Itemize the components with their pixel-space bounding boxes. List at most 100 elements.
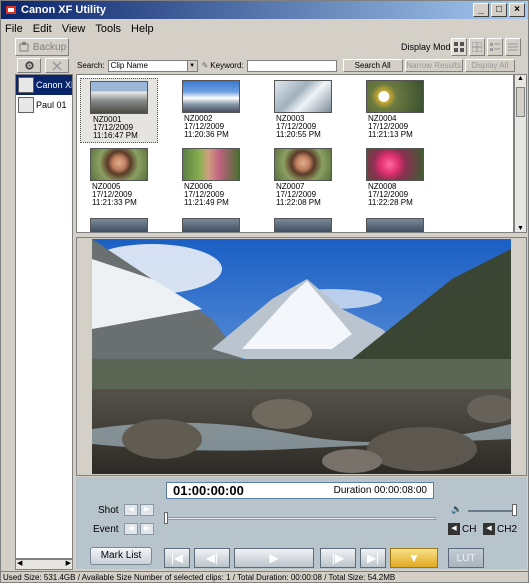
ch2-label: CH2 (497, 524, 518, 535)
clip-item[interactable]: NZ0002 17/12/2009 11:20:36 PM (172, 78, 250, 143)
video-preview (76, 237, 527, 476)
mark-list-button[interactable]: Mark List (90, 547, 152, 565)
display-all-label: Display All (471, 61, 509, 70)
timecode-display: 01:00:00:00 Duration 00:00:08:00 (166, 482, 434, 499)
ch2-toggle[interactable]: ◀ (483, 523, 495, 535)
next-frame-button[interactable]: |▶ (320, 548, 356, 568)
menu-help[interactable]: Help (131, 23, 154, 35)
clip-thumbnail (90, 81, 148, 114)
clip-time: 11:22:08 PM (276, 198, 321, 207)
keyword-input[interactable] (246, 59, 337, 72)
backup-label: Backup (32, 41, 67, 53)
ch1-toggle[interactable]: ◀ (448, 523, 460, 535)
display-all-button[interactable]: Display All (464, 59, 515, 72)
duration-value: Duration 00:00:08:00 (333, 485, 427, 496)
shot-next-button[interactable]: ▶ (140, 504, 154, 516)
backup-button[interactable]: Backup (15, 38, 69, 56)
menu-file[interactable]: File (5, 23, 23, 35)
display-mode-small-button[interactable] (469, 38, 485, 56)
status-bar: Used Size: 531.4GB / Available Size Numb… (1, 571, 528, 583)
sidebar-item-canon-xf[interactable]: Canon XF (16, 75, 72, 95)
sidebar-horizontal-scrollbar[interactable]: ◀ ▶ (15, 559, 73, 570)
event-label: Event (93, 524, 119, 535)
close-icon (52, 60, 62, 71)
clip-time: 11:20:36 PM (184, 130, 229, 139)
clip-thumbnail (182, 80, 240, 113)
maximize-button[interactable]: □ (491, 3, 507, 17)
clip-time: 11:20:55 PM (276, 130, 321, 139)
clip-thumbnail-partial[interactable] (366, 218, 424, 232)
volume-slider[interactable] (468, 510, 516, 512)
clip-time: 11:21:33 PM (92, 198, 137, 207)
volume-thumb[interactable] (512, 504, 517, 516)
volume-icon: 🔈 (451, 504, 463, 514)
timeline-slider[interactable] (164, 517, 436, 520)
mark-list-label: Mark List (100, 550, 142, 561)
shot-prev-button[interactable]: ◀ (124, 504, 138, 516)
skip-end-icon: ▶| (366, 551, 380, 565)
clip-thumbnail-partial[interactable] (182, 218, 240, 232)
go-to-end-button[interactable]: ▶| (360, 548, 386, 568)
clip-item[interactable]: NZ0001 17/12/2009 11:16:47 PM (80, 78, 158, 143)
play-button[interactable]: ▶ (234, 548, 314, 568)
event-prev-button[interactable]: ◀ (124, 523, 138, 535)
grid-icon (454, 42, 464, 52)
narrow-results-label: Narrow Results (406, 61, 461, 70)
scroll-thumb[interactable] (516, 87, 525, 117)
application-window: Canon XF Utility _ □ × File Edit View To… (0, 0, 529, 583)
timeline-thumb[interactable] (164, 512, 168, 524)
clip-thumbnail (182, 148, 240, 181)
sidebar-item-paul-01[interactable]: Paul 01 (16, 95, 72, 115)
delete-button[interactable] (45, 58, 69, 73)
clip-item[interactable]: NZ0008 17/12/2009 11:22:28 PM (356, 146, 434, 211)
clip-time: 11:16:47 PM (93, 131, 138, 140)
gear-icon (24, 61, 34, 70)
clip-item[interactable]: NZ0007 17/12/2009 11:22:08 PM (264, 146, 342, 211)
go-to-start-button[interactable]: |◀ (164, 548, 190, 568)
event-next-button[interactable]: ▶ (140, 523, 154, 535)
display-mode-detail-button[interactable] (487, 38, 503, 56)
detail-icon (490, 43, 500, 51)
window-title: Canon XF Utility (21, 4, 106, 16)
skip-start-icon: |◀ (170, 551, 184, 565)
clip-grid-scrollbar[interactable]: ▲ ▼ (514, 74, 527, 233)
toolbar: Backup Display Mode: (1, 38, 528, 58)
clip-time: 11:21:13 PM (368, 130, 413, 139)
lut-button[interactable]: LUT (448, 548, 484, 568)
display-mode-thumbnail-button[interactable] (451, 38, 467, 56)
clip-thumbnail-partial[interactable] (90, 218, 148, 232)
minimize-button[interactable]: _ (473, 3, 489, 17)
search-field-value: Clip Name (110, 61, 148, 70)
narrow-results-button[interactable]: Narrow Results (404, 59, 463, 72)
step-forward-icon: |▶ (331, 551, 345, 565)
display-mode-list-button[interactable] (505, 38, 521, 56)
card-icon (18, 97, 34, 113)
keyword-label: Keyword: (210, 61, 244, 70)
clip-thumbnail (274, 80, 332, 113)
close-button[interactable]: × (509, 3, 525, 17)
scroll-left-icon: ◀ (17, 560, 23, 567)
mark-down-icon: ▼ (408, 551, 420, 565)
add-mark-button[interactable]: ▼ (390, 548, 438, 568)
display-mode-label: Display Mode: (401, 42, 459, 52)
clip-thumbnail-partial[interactable] (274, 218, 332, 232)
menu-tools[interactable]: Tools (95, 23, 121, 35)
clip-grid: NZ0001 17/12/2009 11:16:47 PM NZ0002 17/12/2… (76, 74, 514, 233)
chevron-down-icon: ▼ (186, 60, 197, 71)
previous-frame-button[interactable]: ◀| (194, 548, 230, 568)
menu-edit[interactable]: Edit (33, 23, 52, 35)
settings-button[interactable] (17, 58, 41, 73)
sidebar-item-label: Paul 01 (36, 100, 67, 110)
clip-thumbnail (90, 148, 148, 181)
list-icon (508, 43, 518, 51)
sidebar-item-label: Canon XF (36, 80, 72, 90)
clip-item[interactable]: NZ0004 17/12/2009 11:21:13 PM (356, 78, 434, 143)
clip-time: 11:22:28 PM (368, 198, 413, 207)
search-field-select[interactable]: Clip Name ▼ (107, 59, 198, 72)
menu-view[interactable]: View (62, 23, 86, 35)
search-all-button[interactable]: Search All (342, 59, 403, 72)
clip-item[interactable]: NZ0005 17/12/2009 11:21:33 PM (80, 146, 158, 211)
playback-controls: 01:00:00:00 Duration 00:00:08:00 Shot ◀ … (76, 477, 527, 569)
clip-item[interactable]: NZ0003 17/12/2009 11:20:55 PM (264, 78, 342, 143)
clip-item[interactable]: NZ0006 17/12/2009 11:21:49 PM (172, 146, 250, 211)
